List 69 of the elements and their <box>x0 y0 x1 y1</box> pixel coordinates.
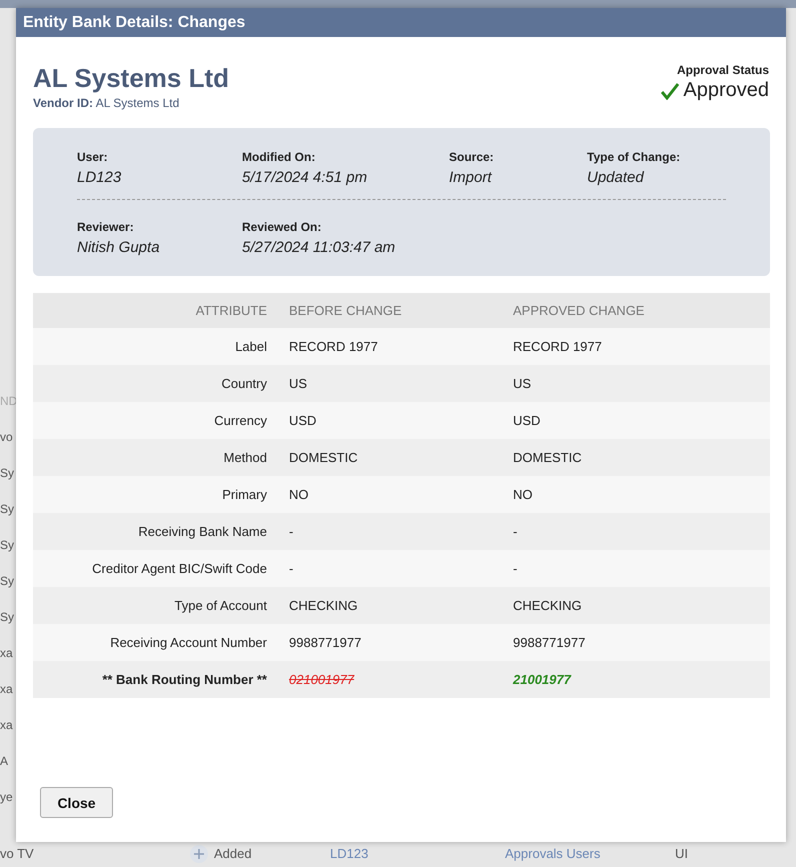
column-header: APPROVED CHANGE <box>513 303 646 318</box>
table-cell-text: RECORD 1977 <box>288 339 379 354</box>
field-value: 5/17/2024 4:51 pm <box>242 169 368 186</box>
table-cell: Sy <box>0 466 14 480</box>
dialog-title: Entity Bank Details: Changes <box>16 8 786 37</box>
table-cell: Added <box>214 846 252 861</box>
field-label: Type of Change: <box>587 150 682 164</box>
table-cell-text: 9988771977 <box>513 635 586 650</box>
table-cell-text: - <box>288 561 294 576</box>
table-cell-text: US <box>513 376 532 391</box>
table-cell-text: Country <box>220 376 267 391</box>
table-cell-text: NO <box>513 487 534 502</box>
approval-status-label: Approval Status <box>676 63 769 77</box>
source-link[interactable]: Approvals Users <box>505 846 675 861</box>
table-cell-text: ** Bank Routing Number ** <box>101 672 267 687</box>
field-value: Import <box>449 169 493 186</box>
table-cell: xa <box>0 646 13 660</box>
table-cell-text: US <box>288 376 308 391</box>
plus-icon <box>190 844 208 862</box>
table-cell-text: Label <box>234 339 267 354</box>
table-cell: Sy <box>0 502 14 516</box>
field-label: Reviewed On: <box>242 220 322 234</box>
field-value: LD123 <box>77 169 122 186</box>
column-header: ATTRIBUTE <box>194 303 267 318</box>
table-cell: xa <box>0 682 13 696</box>
table-cell-text: - <box>513 524 518 539</box>
table-cell-text: - <box>288 524 294 539</box>
approval-status: Approved <box>683 79 769 102</box>
table-cell-text: Receiving Bank Name <box>137 524 267 539</box>
table-cell-text: NO <box>288 487 310 502</box>
table-cell: ye <box>0 790 13 804</box>
table-cell: A <box>0 754 8 768</box>
table-cell-text: Type of Account <box>173 598 267 613</box>
table-cell: xa <box>0 718 13 732</box>
table-cell-text: - <box>513 561 518 576</box>
table-cell-text: CHECKING <box>288 598 359 613</box>
table-cell-text: 21001977 <box>513 672 572 687</box>
field-value: 5/27/2024 11:03:47 am <box>242 239 396 256</box>
table-cell-text: 9988771977 <box>288 635 362 650</box>
field-value: Nitish Gupta <box>77 239 161 256</box>
column-header: BEFORE CHANGE <box>288 303 403 318</box>
vendor-id: Vendor ID: AL Systems Ltd <box>33 96 180 110</box>
entity-name: AL Systems Ltd <box>33 63 230 93</box>
table-cell-text: Creditor Agent BIC/Swift Code <box>91 561 267 576</box>
close-button[interactable]: Close <box>40 787 113 818</box>
table-cell-text: Receiving Account Number <box>109 635 267 650</box>
table-cell-text: RECORD 1977 <box>513 339 603 354</box>
field-label: Modified On: <box>242 150 316 164</box>
table-cell-text: DOMESTIC <box>513 450 583 465</box>
table-cell: UI <box>675 846 688 861</box>
table-cell-text: vo TV <box>0 846 35 861</box>
table-cell-text: USD <box>513 413 542 428</box>
user-link[interactable]: LD123 <box>330 846 505 861</box>
table-cell-text: Method <box>222 450 267 465</box>
table-cell-text: Primary <box>221 487 267 502</box>
table-cell-text: DOMESTIC <box>288 450 359 465</box>
field-label: User: <box>77 150 109 164</box>
table-cell: ND <box>0 394 18 408</box>
table-cell: Sy <box>0 610 14 624</box>
table-cell-text: 021001977 <box>288 672 356 687</box>
field-label: Source: <box>449 150 495 164</box>
table-cell-text: USD <box>288 413 318 428</box>
table-cell: Sy <box>0 538 14 552</box>
field-label: Reviewer: <box>77 220 135 234</box>
table-cell-text: Currency <box>213 413 267 428</box>
field-value: Updated <box>587 169 645 186</box>
table-cell-text: CHECKING <box>513 598 583 613</box>
table-cell: Sy <box>0 574 14 588</box>
table-cell: vo <box>0 430 13 444</box>
